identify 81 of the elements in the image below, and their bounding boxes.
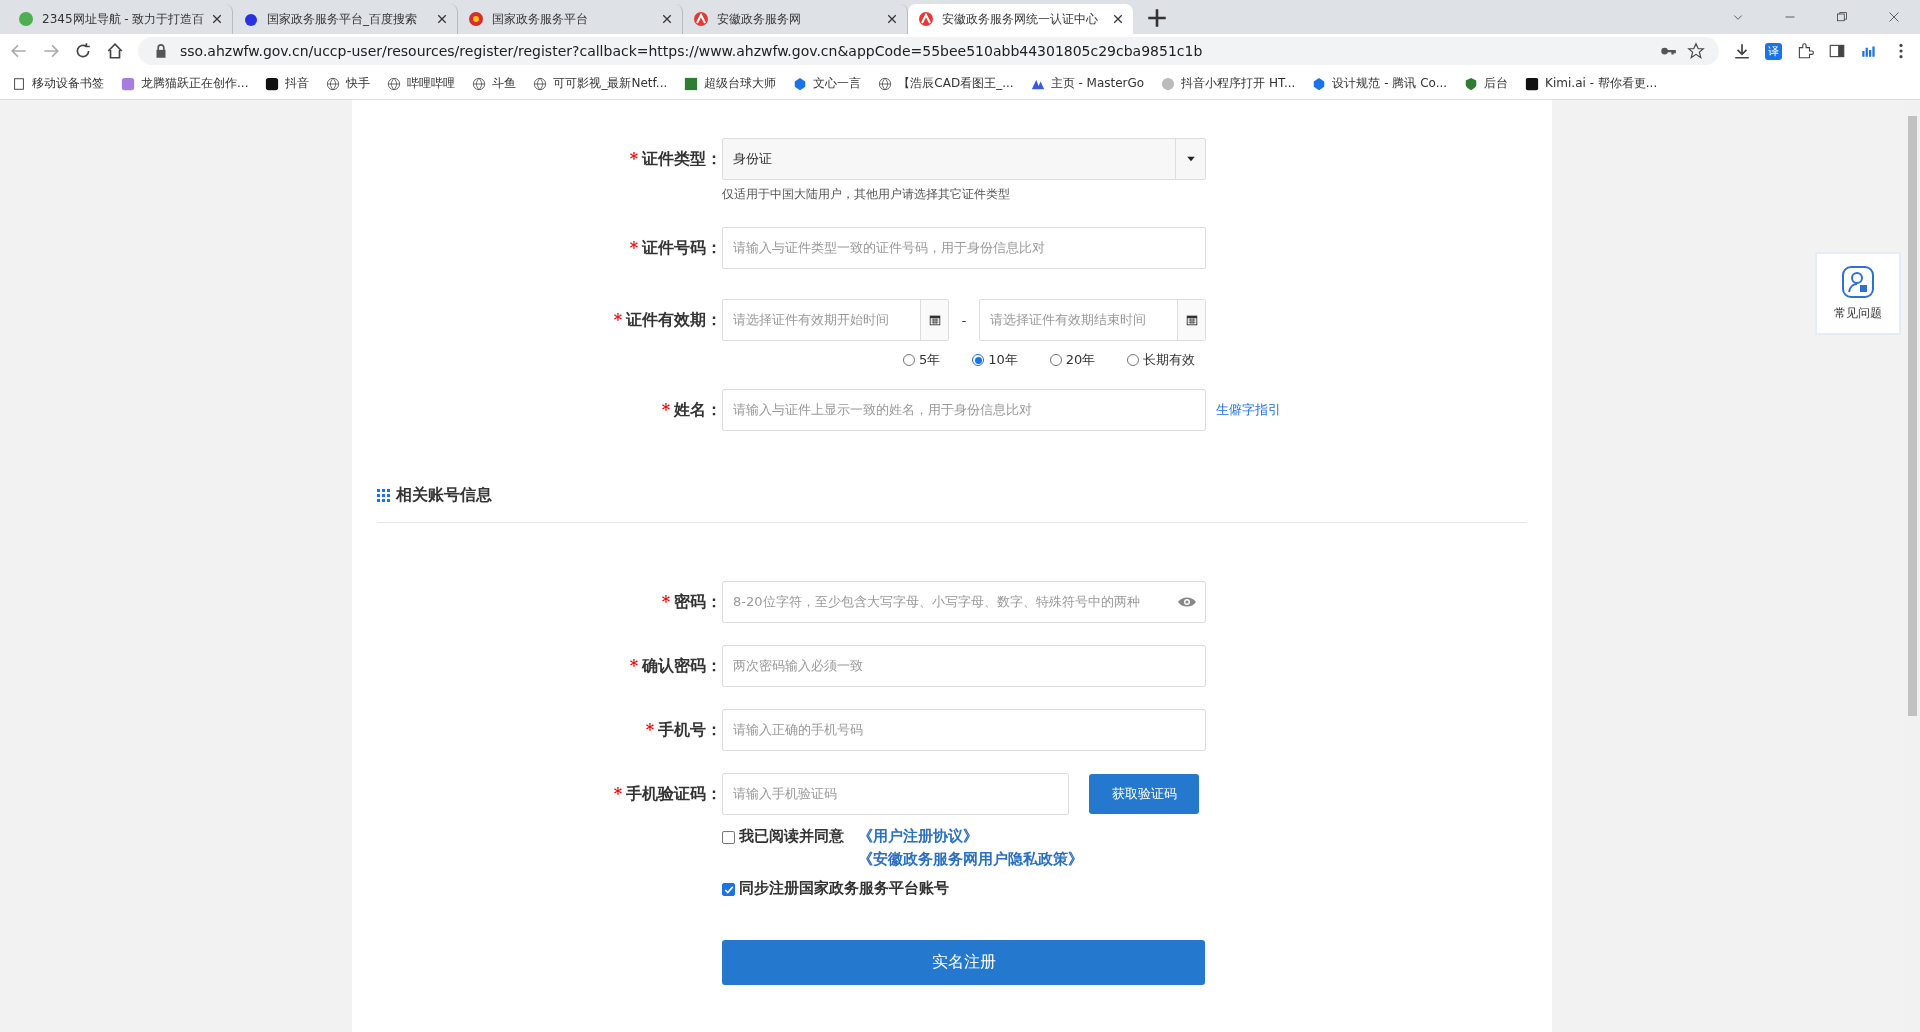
check-icon: [723, 884, 734, 895]
required-mark: *: [613, 309, 622, 329]
required-mark: *: [661, 399, 670, 419]
calendar-icon[interactable]: [927, 313, 942, 327]
reload-icon[interactable]: [74, 42, 92, 60]
close-icon[interactable]: [437, 14, 447, 24]
radio-option[interactable]: 20年: [1049, 351, 1096, 369]
browser-tab[interactable]: 安徽政务服务网统一认证中心: [908, 4, 1133, 34]
site-icon: [18, 11, 34, 27]
site-icon: [468, 11, 484, 27]
bookmark[interactable]: 超级台球大师: [684, 75, 777, 92]
site-icon: [684, 76, 699, 91]
agreement-link[interactable]: 《安徽政务服务网用户隐私政策》: [858, 850, 1083, 869]
close-icon[interactable]: [662, 14, 672, 24]
bookmark[interactable]: 斗鱼: [472, 75, 517, 92]
checkbox[interactable]: [722, 883, 735, 896]
close-icon[interactable]: [887, 14, 897, 24]
hint-text: 仅适用于中国大陆用户，其他用户请选择其它证件类型: [722, 186, 1011, 203]
address-bar[interactable]: sso.ahzwfw.gov.cn/uccp-user/resources/register/register?callback=https://www.ahzwfw.gov.cn&appCode=55bee510abb44301805c29cba9851c1b: [138, 37, 1719, 65]
phone-icon: [12, 76, 26, 91]
field-label: 证件号码：: [642, 237, 722, 257]
restore-icon[interactable]: [1836, 11, 1848, 23]
scroll-thumb[interactable]: [1908, 116, 1917, 716]
required-mark: *: [661, 591, 670, 611]
download-icon[interactable]: [1733, 42, 1751, 60]
field-label: 确认密码：: [642, 655, 722, 675]
field-label: 证件有效期：: [626, 309, 722, 329]
agreement-link[interactable]: 《用户注册协议》: [858, 827, 1083, 846]
bookmark[interactable]: Kimi.ai - 帮你看更...: [1525, 75, 1658, 92]
field-label: 证件类型：: [642, 148, 722, 168]
sidebar-icon[interactable]: [1828, 42, 1846, 60]
bookmark[interactable]: 抖音: [265, 75, 310, 92]
field-label: 手机验证码：: [626, 783, 722, 803]
get-code-button[interactable]: 获取验证码: [1089, 774, 1199, 814]
url-text: sso.ahzwfw.gov.cn/uccp-user/resources/register/register?callback=https://www.ahzwfw.gov.cn&appCode=55bee510abb44301805c29cba9851c1b: [180, 43, 1204, 59]
field-label: 姓名：: [674, 399, 722, 419]
section-title: 相关账号信息: [396, 485, 492, 506]
agreement-text: 我已阅读并同意: [739, 827, 844, 846]
required-mark: *: [629, 655, 638, 675]
separator: -: [960, 312, 968, 328]
radio-option[interactable]: 长期有效: [1127, 351, 1196, 369]
bookmark[interactable]: 设计规范 - 腾讯 Co...: [1312, 75, 1448, 92]
bookmark[interactable]: 主页 - MasterGo: [1030, 75, 1145, 92]
register-button[interactable]: 实名注册: [722, 940, 1205, 985]
puzzle-icon[interactable]: [1796, 42, 1814, 60]
star-icon[interactable]: [1687, 42, 1705, 60]
bookmark[interactable]: 【浩辰CAD看图王_...: [878, 75, 1014, 92]
bookmark[interactable]: 后台: [1464, 75, 1509, 92]
required-mark: *: [629, 148, 638, 168]
site-icon: [693, 11, 709, 27]
help-widget[interactable]: 常见问题: [1815, 252, 1901, 335]
radio-option[interactable]: 5年: [903, 351, 941, 369]
bookmark[interactable]: 龙腾猫跃正在创作...: [121, 75, 249, 92]
calendar-icon[interactable]: [1184, 313, 1199, 327]
bookmark[interactable]: 文心一言: [793, 75, 862, 92]
grid-icon: [377, 489, 390, 502]
site-icon: [243, 11, 259, 27]
close-icon[interactable]: [212, 14, 222, 24]
checkbox[interactable]: [722, 831, 735, 844]
bookmark[interactable]: 移动设备书签: [12, 75, 104, 92]
translate-icon[interactable]: 译: [1765, 42, 1782, 60]
sync-text: 同步注册国家政务服务平台账号: [739, 879, 949, 898]
bookmark[interactable]: 可可影视_最新Netf...: [533, 75, 668, 92]
bookmark[interactable]: 哔哩哔哩: [387, 75, 456, 92]
home-icon[interactable]: [106, 42, 124, 60]
user-card-icon: [1841, 265, 1875, 299]
guide-link[interactable]: 生僻字指引: [1216, 401, 1281, 419]
close-icon[interactable]: [1113, 14, 1123, 24]
bookmark[interactable]: 抖音小程序打开 HT...: [1161, 75, 1296, 92]
field-label: 密码：: [674, 591, 722, 611]
field-label: 手机号：: [658, 719, 722, 739]
select-field[interactable]: 身份证: [722, 138, 1206, 180]
bookmark[interactable]: 快手: [326, 75, 371, 92]
required-mark: *: [629, 237, 638, 257]
site-icon: [121, 76, 135, 91]
site-icon: [918, 11, 934, 27]
required-mark: *: [613, 783, 622, 803]
radio-option[interactable]: 10年: [972, 351, 1018, 369]
eye-icon[interactable]: [1177, 595, 1197, 609]
required-mark: *: [645, 719, 654, 739]
site-icon: [265, 76, 280, 91]
